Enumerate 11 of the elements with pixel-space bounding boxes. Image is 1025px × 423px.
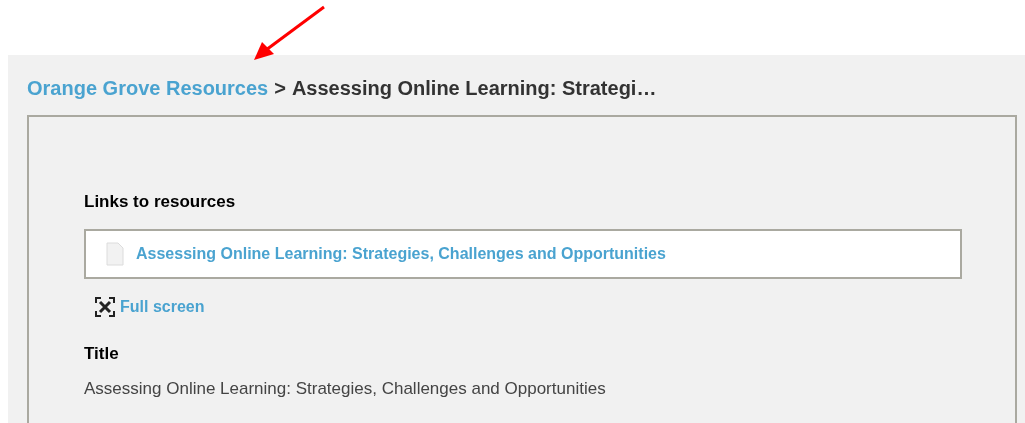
arrow-drawing bbox=[254, 5, 325, 60]
document-icon bbox=[106, 241, 124, 266]
full-screen-link[interactable]: Full screen bbox=[120, 294, 205, 319]
fullscreen-icon bbox=[94, 295, 116, 318]
field-label: Title bbox=[84, 342, 120, 365]
breadcrumb-separator: > bbox=[274, 76, 286, 101]
resource-link[interactable]: Assessing Online Learning: Strategies, Challenges and Opportunities bbox=[136, 241, 666, 266]
field-value: Assessing Online Learning: Strategies, Challenges and Opportunities bbox=[84, 378, 607, 400]
breadcrumb-current: Assessing Online Learning: Strategi… bbox=[291, 76, 657, 101]
section-heading: Links to resources bbox=[84, 191, 237, 213]
breadcrumb-link[interactable]: Orange Grove Resources bbox=[27, 73, 269, 103]
